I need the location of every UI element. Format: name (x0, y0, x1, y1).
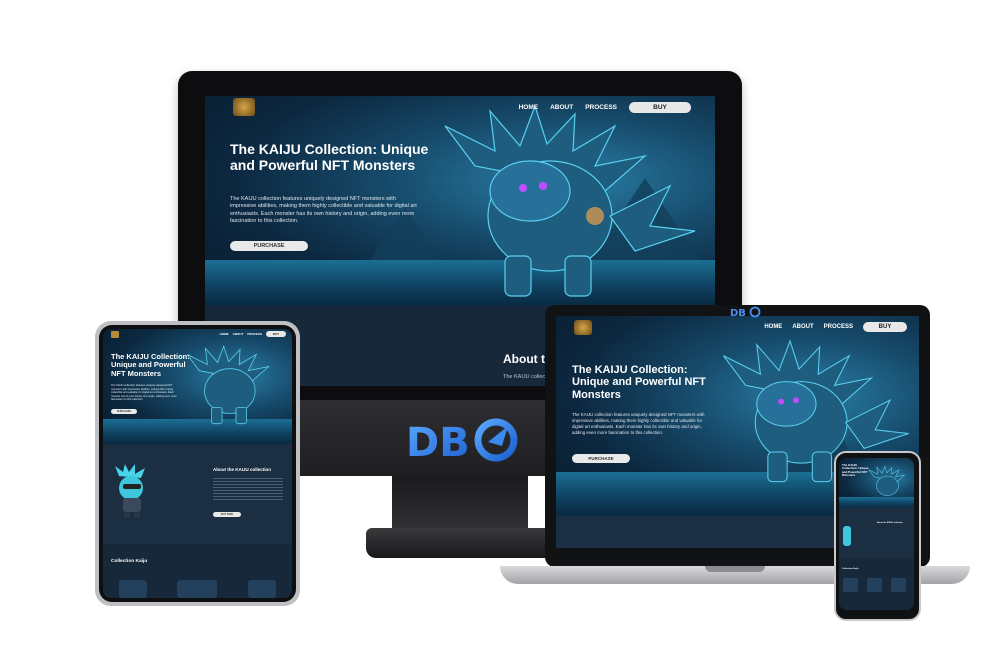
phone-about-section: About the KAIJU collection (839, 508, 914, 558)
phone-screen: The KAIJU Collection: Unique and Powerfu… (839, 458, 914, 610)
watermark-text: DB (406, 420, 470, 464)
kaiju-logo[interactable] (233, 98, 255, 116)
tablet-kaiju-logo[interactable] (111, 330, 119, 338)
tablet-screen: HOME ABOUT PROCESS BUY The KAIJU Collect… (103, 329, 292, 598)
tablet-nav-process[interactable]: PROCESS (247, 332, 262, 336)
tablet-hero-description: The KAIJU collection features uniquely d… (111, 384, 177, 401)
tablet-about-kaiju-image (115, 464, 145, 518)
phone-collection-card-3[interactable] (891, 578, 906, 592)
tablet-hero-scene: HOME ABOUT PROCESS BUY The KAIJU Collect… (103, 329, 292, 444)
phone-about-kaiju (843, 526, 851, 546)
phone-collection-title: Collection Kaiju (842, 568, 859, 570)
monitor-neck (392, 476, 528, 532)
monitor-base (366, 528, 554, 558)
laptop-hero-description: The KAIJU collection features uniquely d… (572, 412, 705, 435)
laptop-kaiju-logo[interactable] (574, 319, 592, 335)
about-title-partial: About t (503, 352, 545, 366)
phone-collection-card-1[interactable] (843, 578, 858, 592)
tablet-collection-title: Collection Kaiju (111, 559, 148, 564)
svg-text:DB: DB (730, 308, 746, 318)
nav-home[interactable]: HOME (519, 104, 539, 111)
laptop-purchase-button[interactable]: PURCHASE (572, 454, 630, 463)
tablet-purchase-button[interactable]: PURCHASE (111, 409, 137, 414)
tablet-collection-card-3[interactable] (248, 580, 276, 598)
phone-about-title: About the KAIJU collection (877, 522, 903, 524)
tablet-about-title: About the KAIJU collection (213, 467, 272, 472)
phone-collection-section: Collection Kaiju (839, 558, 914, 610)
nav-buy-button[interactable]: BUY (629, 101, 691, 113)
kaiju-monster-image (444, 106, 696, 297)
phone-hero-scene: The KAIJU Collection: Unique and Powerfu… (839, 458, 914, 508)
laptop-nav-home[interactable]: HOME (764, 324, 782, 330)
tablet-about-section: About the KAIJU collection BUY NOW (103, 444, 292, 544)
phone-kaiju-image (868, 465, 906, 496)
site-nav: HOME ABOUT PROCESS BUY (205, 96, 715, 118)
tablet-nav-about[interactable]: ABOUT (233, 332, 244, 336)
nav-about[interactable]: ABOUT (550, 104, 573, 111)
nav-process[interactable]: PROCESS (585, 104, 617, 111)
tablet-nav-home[interactable]: HOME (220, 332, 229, 336)
tablet-nav-buy-button[interactable]: BUY (266, 331, 286, 337)
laptop-hero-title: The KAIJU Collection: Unique and Powerfu… (572, 364, 706, 401)
tablet-hero-title: The KAIJU Collection: Unique and Powerfu… (111, 352, 190, 378)
about-desc-partial: The KAIJU collec (503, 374, 546, 380)
laptop-site-nav: HOME ABOUT PROCESS BUY (556, 316, 919, 338)
laptop-nav-buy-button[interactable]: BUY (863, 322, 907, 332)
laptop-nav-process[interactable]: PROCESS (824, 324, 853, 330)
tablet-collection-section: Collection Kaiju (103, 544, 292, 598)
tablet-collection-card-1[interactable] (119, 580, 147, 598)
tablet-about-text (213, 478, 283, 500)
hero-description: The KAIJU collection features uniquely d… (230, 196, 417, 225)
tablet-collection-card-2[interactable] (177, 580, 217, 598)
hero-title: The KAIJU Collection: Unique and Powerfu… (230, 141, 429, 173)
tablet-site-nav: HOME ABOUT PROCESS BUY (103, 329, 292, 339)
phone-hero-title: The KAIJU Collection: Unique and Powerfu… (842, 463, 869, 478)
laptop-nav-about[interactable]: ABOUT (792, 324, 813, 330)
tablet-kaiju-image (186, 345, 270, 425)
hero-scene: HOME ABOUT PROCESS BUY The KAIJU Collect… (205, 96, 715, 306)
hero-purchase-button[interactable]: PURCHASE (230, 241, 308, 251)
tablet-about-buy-button[interactable]: BUY NOW (213, 512, 241, 517)
laptop-brand-mark: DB (730, 305, 762, 319)
watermark-logo: DB (404, 416, 520, 466)
phone-collection-card-2[interactable] (867, 578, 882, 592)
laptop-notch (705, 566, 765, 572)
